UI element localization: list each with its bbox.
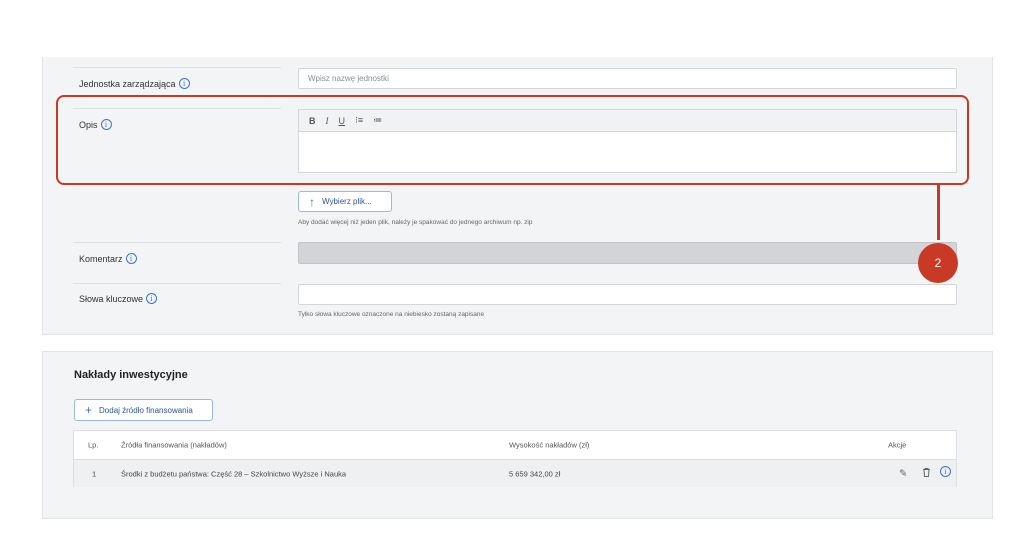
info-icon[interactable]: i xyxy=(178,78,190,89)
comment-input xyxy=(298,242,957,264)
info-icon[interactable]: i xyxy=(146,293,158,304)
unit-label-text: Jednostka zarządzająca xyxy=(79,78,176,89)
add-funding-source-button[interactable]: + Dodaj źródło finansowania xyxy=(74,399,213,421)
unit-label: Jednostka zarządzająca i xyxy=(79,78,190,89)
callout-connector xyxy=(937,185,940,240)
choose-file-label: Wybierz plik... xyxy=(322,197,372,206)
unit-input[interactable]: Wpisz nazwę jednostki xyxy=(298,68,957,89)
keywords-hint: Tylko słowa kluczowe oznaczone na niebie… xyxy=(298,311,485,318)
column-header-source: Źródła finansowania (nakładów) xyxy=(121,440,227,450)
pencil-icon[interactable]: ✎ xyxy=(899,468,907,479)
column-header-amount: Wysokość nakładów (zł) xyxy=(509,440,590,450)
column-header-actions: Akcje xyxy=(888,440,907,450)
row-source: Środki z budżetu państwa: Część 28 – Szk… xyxy=(121,469,347,478)
info-icon[interactable]: i xyxy=(125,253,137,264)
row-divider xyxy=(73,67,281,68)
table-header: Lp. Źródła finansowania (nakładów) Wysok… xyxy=(74,431,956,459)
row-amount: 5 659 342,00 zł xyxy=(509,469,561,478)
keywords-label-text: Słowa kluczowe xyxy=(79,293,144,304)
info-icon[interactable]: i xyxy=(940,466,951,477)
trash-icon[interactable] xyxy=(922,467,931,480)
row-lp: 1 xyxy=(92,469,97,478)
plus-icon: + xyxy=(85,403,93,417)
comment-label-text: Komentarz xyxy=(79,253,123,264)
unit-input-placeholder: Wpisz nazwę jednostki xyxy=(308,74,389,83)
highlight-frame xyxy=(56,95,969,185)
row-divider xyxy=(73,242,281,243)
arrow-up-icon: ↑ xyxy=(309,194,315,209)
choose-file-button[interactable]: ↑ Wybierz plik... xyxy=(298,191,392,212)
funding-table: Lp. Źródła finansowania (nakładów) Wysok… xyxy=(73,430,957,487)
column-header-lp: Lp. xyxy=(88,440,99,450)
add-funding-source-label: Dodaj źródło finansowania xyxy=(99,405,193,415)
keywords-input[interactable] xyxy=(298,284,957,305)
comment-label: Komentarz i xyxy=(79,253,137,264)
upload-hint: Aby dodać więcej niż jeden plik, należy … xyxy=(298,219,533,226)
callout-badge: 2 xyxy=(918,243,958,283)
keywords-label: Słowa kluczowe i xyxy=(79,293,158,304)
investment-title: Nakłady inwestycyjne xyxy=(74,369,188,381)
table-row: 1 Środki z budżetu państwa: Część 28 – S… xyxy=(74,459,956,487)
row-divider xyxy=(73,283,281,284)
